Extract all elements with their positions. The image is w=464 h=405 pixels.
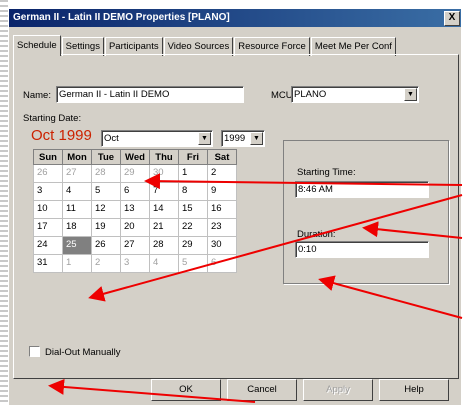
weekday-mon: Mon bbox=[62, 149, 92, 165]
calendar-day[interactable]: 30 bbox=[149, 164, 179, 183]
help-button[interactable]: Help bbox=[379, 379, 449, 401]
calendar-day[interactable]: 12 bbox=[91, 200, 121, 219]
properties-dialog: German II - Latin II DEMO Properties [PL… bbox=[8, 8, 461, 405]
calendar-day[interactable]: 26 bbox=[91, 236, 121, 255]
duration-label: Duration: bbox=[297, 229, 336, 240]
calendar-day[interactable]: 15 bbox=[178, 200, 208, 219]
calendar-day[interactable]: 17 bbox=[33, 218, 63, 237]
calendar-week: 26 27 28 29 30 1 2 bbox=[33, 164, 237, 183]
calendar-day[interactable]: 3 bbox=[33, 182, 63, 201]
calendar-day[interactable]: 30 bbox=[207, 236, 237, 255]
calendar-day[interactable]: 8 bbox=[178, 182, 208, 201]
weekday-sun: Sun bbox=[33, 149, 63, 165]
dialout-checkbox[interactable] bbox=[29, 346, 40, 357]
calendar-day[interactable]: 22 bbox=[178, 218, 208, 237]
calendar-day[interactable]: 26 bbox=[33, 164, 63, 183]
tab-schedule[interactable]: Schedule bbox=[13, 35, 61, 56]
weekday-sat: Sat bbox=[207, 149, 237, 165]
duration-value: 0:10 bbox=[298, 244, 317, 255]
calendar-day[interactable]: 9 bbox=[207, 182, 237, 201]
calendar-body: 26 27 28 29 30 1 2 3 4 5 6 7 8 9 10 11 12 13 14 15 16 17 18 19 2… bbox=[33, 164, 237, 273]
calendar-day[interactable]: 14 bbox=[149, 200, 179, 219]
month-value: Oct bbox=[104, 133, 119, 144]
calendar-day[interactable]: 1 bbox=[178, 164, 208, 183]
window-title: German II - Latin II DEMO Properties [PL… bbox=[13, 12, 230, 23]
starting-time-value: 8:46 AM bbox=[298, 184, 333, 195]
calendar-day[interactable]: 6 bbox=[207, 254, 237, 273]
calendar-week: 31 1 2 3 4 5 6 bbox=[33, 254, 237, 273]
starting-time-label: Starting Time: bbox=[297, 167, 356, 178]
tab-strip: Schedule Settings Participants Video Sou… bbox=[13, 35, 397, 56]
month-select[interactable]: Oct ▼ bbox=[101, 130, 213, 147]
calendar-day[interactable]: 1 bbox=[62, 254, 92, 273]
calendar-day[interactable]: 3 bbox=[120, 254, 150, 273]
calendar-day[interactable]: 2 bbox=[207, 164, 237, 183]
calendar-day[interactable]: 4 bbox=[62, 182, 92, 201]
calendar-day[interactable]: 29 bbox=[178, 236, 208, 255]
calendar-day[interactable]: 5 bbox=[178, 254, 208, 273]
year-value: 1999 bbox=[224, 133, 246, 144]
calendar-day[interactable]: 2 bbox=[91, 254, 121, 273]
title-bar: German II - Latin II DEMO Properties [PL… bbox=[9, 9, 461, 27]
calendar-day[interactable]: 28 bbox=[91, 164, 121, 183]
calendar-day[interactable]: 25 bbox=[62, 236, 92, 255]
ok-button[interactable]: OK bbox=[151, 379, 221, 401]
weekday-fri: Fri bbox=[178, 149, 208, 165]
dialout-label: Dial-Out Manually bbox=[45, 347, 121, 358]
calendar-week: 17 18 19 20 21 22 23 bbox=[33, 218, 237, 237]
calendar-day[interactable]: 23 bbox=[207, 218, 237, 237]
name-input[interactable]: German II - Latin II DEMO bbox=[56, 86, 244, 103]
calendar-day[interactable]: 5 bbox=[91, 182, 121, 201]
starting-time-input[interactable]: 8:46 AM ▲▼ bbox=[295, 181, 429, 198]
calendar-week: 3456789 bbox=[33, 182, 237, 201]
calendar-day[interactable]: 28 bbox=[149, 236, 179, 255]
name-label: Name: bbox=[23, 90, 51, 101]
calendar-day[interactable]: 29 bbox=[120, 164, 150, 183]
chevron-down-icon[interactable]: ▼ bbox=[198, 132, 211, 145]
calendar-day[interactable]: 10 bbox=[33, 200, 63, 219]
calendar-grid: Sun Mon Tue Wed Thu Fri Sat 26 27 28 29 30 1 2… bbox=[33, 149, 237, 273]
time-groupbox bbox=[283, 140, 449, 284]
mcu-value: PLANO bbox=[294, 89, 327, 100]
year-select[interactable]: 1999 ▼ bbox=[221, 130, 265, 147]
weekday-thu: Thu bbox=[149, 149, 179, 165]
calendar-day[interactable]: 24 bbox=[33, 236, 63, 255]
calendar-day[interactable]: 20 bbox=[120, 218, 150, 237]
calendar-day[interactable]: 18 bbox=[62, 218, 92, 237]
close-icon[interactable]: X bbox=[444, 11, 460, 26]
calendar-day[interactable]: 27 bbox=[62, 164, 92, 183]
cancel-button[interactable]: Cancel bbox=[227, 379, 297, 401]
mcu-select[interactable]: PLANO ▼ bbox=[291, 86, 419, 103]
calendar-day[interactable]: 16 bbox=[207, 200, 237, 219]
calendar-day[interactable]: 19 bbox=[91, 218, 121, 237]
weekday-wed: Wed bbox=[120, 149, 150, 165]
calendar-day[interactable]: 7 bbox=[149, 182, 179, 201]
apply-button[interactable]: Apply bbox=[303, 379, 373, 401]
calendar-day[interactable]: 4 bbox=[149, 254, 179, 273]
desktop-edge bbox=[0, 0, 8, 404]
calendar-day[interactable]: 11 bbox=[62, 200, 92, 219]
duration-input[interactable]: 0:10 ▲▼ bbox=[295, 241, 429, 258]
calendar-day[interactable]: 27 bbox=[120, 236, 150, 255]
month-heading: Oct 1999 bbox=[31, 127, 92, 144]
calendar-day[interactable]: 13 bbox=[120, 200, 150, 219]
weekday-tue: Tue bbox=[91, 149, 121, 165]
starting-date-label: Starting Date: bbox=[23, 113, 82, 124]
calendar-week: 10 11 12 13 14 15 16 bbox=[33, 200, 237, 219]
calendar-day[interactable]: 6 bbox=[120, 182, 150, 201]
calendar-day[interactable]: 31 bbox=[33, 254, 63, 273]
calendar-week: 24 25 26 27 28 29 30 bbox=[33, 236, 237, 255]
chevron-down-icon[interactable]: ▼ bbox=[250, 132, 263, 145]
chevron-down-icon[interactable]: ▼ bbox=[404, 88, 417, 101]
calendar-day[interactable]: 21 bbox=[149, 218, 179, 237]
